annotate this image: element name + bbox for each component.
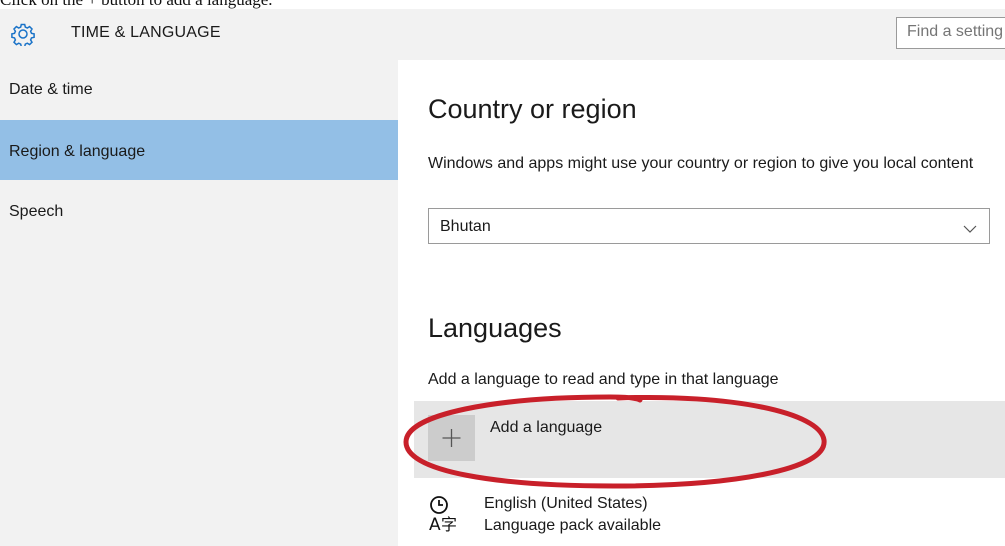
- svg-text:字: 字: [441, 515, 457, 534]
- language-icon: A 字: [428, 492, 462, 536]
- add-language-button[interactable]: [428, 415, 475, 461]
- gear-icon: [11, 22, 35, 48]
- language-name: English (United States): [484, 495, 648, 512]
- language-status: Language pack available: [484, 517, 662, 534]
- language-list-item[interactable]: A 字 English (United States) Language pac…: [428, 492, 988, 542]
- search-box[interactable]: [896, 17, 1005, 49]
- country-description: Windows and apps might use your country …: [428, 155, 974, 172]
- sidebar-item-label: Speech: [9, 203, 64, 220]
- chevron-down-icon: [963, 221, 977, 233]
- languages-heading: Languages: [428, 313, 562, 343]
- sidebar: Date & time Region & language Speech: [0, 60, 398, 546]
- sidebar-item-label: Date & time: [9, 81, 93, 98]
- main-content: Country or region Windows and apps might…: [398, 60, 1005, 546]
- title-bar: TIME & LANGUAGE: [0, 9, 1005, 60]
- add-language-row[interactable]: Add a language: [414, 401, 1005, 478]
- sidebar-item-label: Region & language: [9, 143, 146, 160]
- plus-icon: [442, 429, 461, 447]
- sidebar-item-region-language[interactable]: Region & language: [0, 120, 398, 180]
- sidebar-item-speech[interactable]: Speech: [0, 202, 398, 262]
- instruction-caption: Click on the + button to add a language.: [0, 0, 1005, 9]
- app-title: TIME & LANGUAGE: [71, 24, 221, 41]
- country-dropdown-value: Bhutan: [440, 218, 491, 235]
- languages-description: Add a language to read and type in that …: [428, 371, 779, 388]
- svg-text:A: A: [429, 515, 441, 535]
- country-heading: Country or region: [428, 94, 637, 124]
- search-input[interactable]: [897, 18, 1005, 46]
- country-dropdown[interactable]: Bhutan: [428, 208, 990, 244]
- add-language-label: Add a language: [490, 419, 603, 436]
